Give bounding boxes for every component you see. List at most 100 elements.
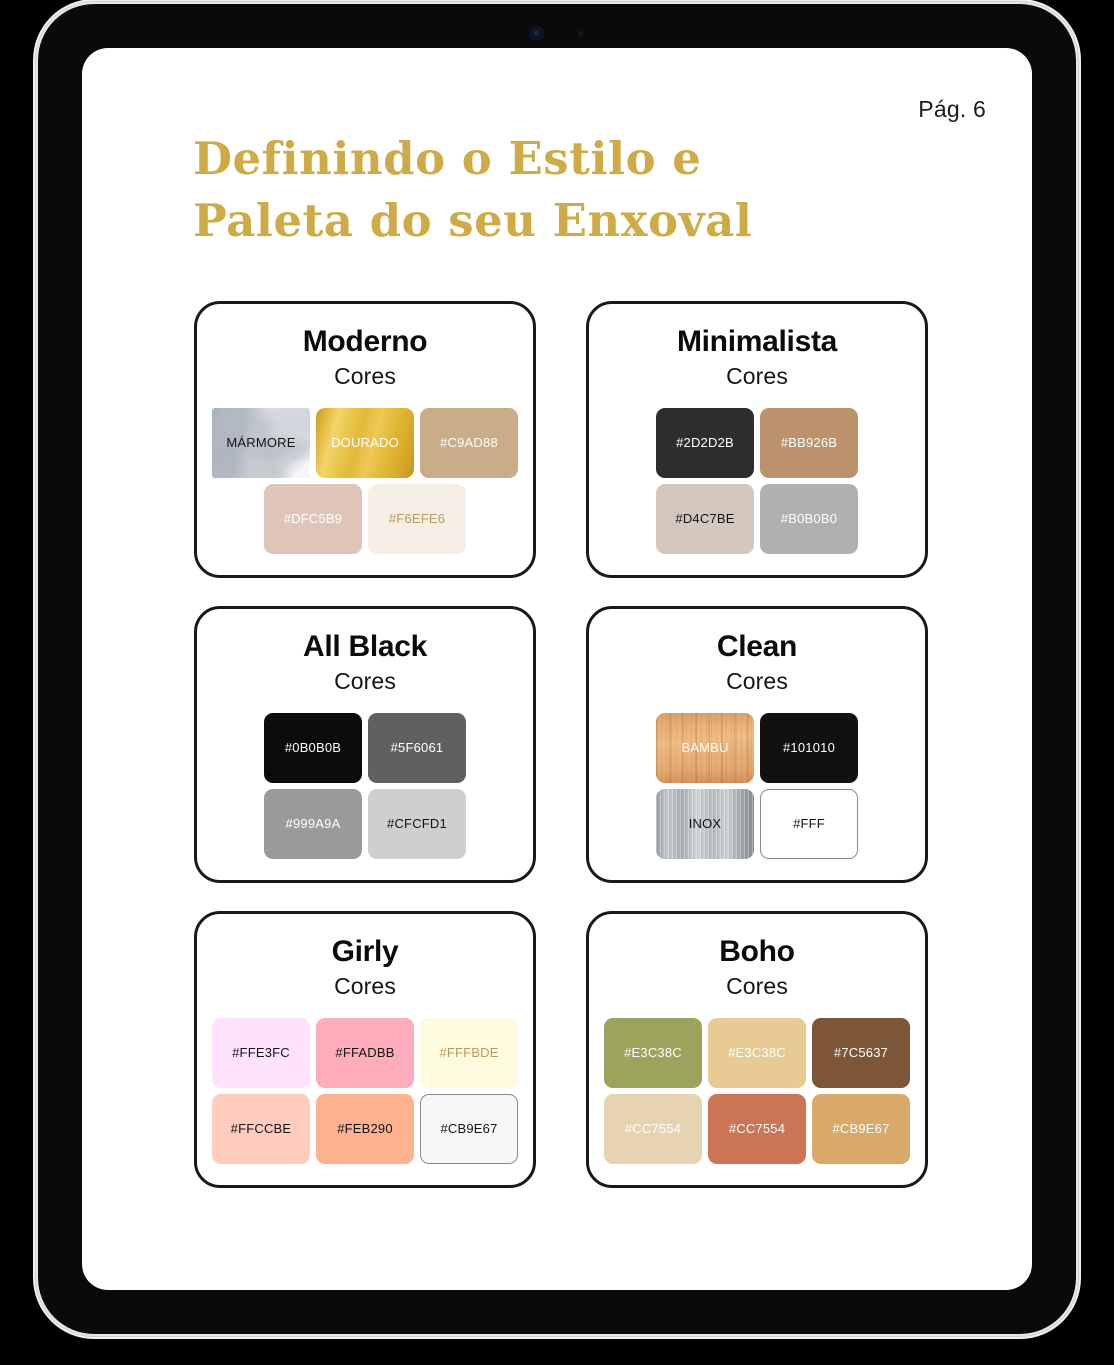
page-number-label: Pág. 6 [918, 96, 986, 122]
color-swatch[interactable]: #D4C7BE [656, 483, 754, 554]
style-card-title: Moderno [302, 325, 428, 358]
style-card[interactable]: Moderno Cores MÁRMORE DOURADO #C9AD88 #DFC5B9… [194, 301, 536, 578]
color-swatch-label: DOURADO [331, 435, 399, 451]
color-swatch-label: #F6EFE6 [388, 511, 446, 527]
color-swatch[interactable]: #FEB290 [316, 1093, 414, 1164]
style-card-title: Girly [331, 935, 399, 968]
color-swatch-label: #2D2D2B [676, 435, 734, 451]
swatch-grid: #2D2D2B #BB926B #D4C7BE #B0B0B0 [589, 407, 925, 554]
color-swatch-label: #0B0B0B [284, 740, 342, 756]
swatch-row: #FFE3FC #FFADBB #FFFBDE [212, 1017, 518, 1088]
swatch-row: #E3C38C #E3C38C #7C5637 [604, 1017, 910, 1088]
color-swatch-label: #101010 [782, 740, 835, 756]
swatch-row: #0B0B0B #5F6061 [264, 712, 466, 783]
color-swatch-label: #FFADBB [335, 1045, 395, 1061]
swatch-grid: BAMBU #101010 INOX #FFF [589, 712, 925, 859]
page-title-line-2: Paleta do seu Enxoval [193, 194, 753, 248]
color-swatch-label: #FFFBDE [439, 1045, 499, 1061]
color-swatch[interactable]: #999A9A [264, 788, 362, 859]
color-swatch-label: #FFF [793, 816, 825, 832]
color-swatch-label: #B0B0B0 [780, 511, 838, 527]
swatch-row: #999A9A #CFCFD1 [264, 788, 466, 859]
color-swatch[interactable]: #CB9E67 [420, 1093, 518, 1164]
color-swatch[interactable]: #FFADBB [316, 1017, 414, 1088]
color-swatch-label: #FFE3FC [232, 1045, 290, 1061]
color-swatch[interactable]: #5F6061 [368, 712, 466, 783]
color-swatch[interactable]: #F6EFE6 [368, 483, 466, 554]
swatch-grid: #E3C38C #E3C38C #7C5637 #CC7554 #CC7554 #CB9E… [589, 1017, 925, 1164]
color-swatch[interactable]: #FFE3FC [212, 1017, 310, 1088]
swatch-grid: #FFE3FC #FFADBB #FFFBDE #FFCCBE #FEB290 #CB9E… [197, 1017, 533, 1164]
style-card-subtitle: Cores [334, 972, 396, 999]
camera-cluster [38, 22, 1076, 44]
color-swatch[interactable]: #0B0B0B [264, 712, 362, 783]
color-swatch-label: #D4C7BE [675, 511, 735, 527]
tablet-screen: Pág. 6 Definindo o Estilo e Paleta do se… [82, 48, 1032, 1290]
style-card-grid: Moderno Cores MÁRMORE DOURADO #C9AD88 #DFC5B9… [194, 301, 928, 1188]
swatch-row: #FFCCBE #FEB290 #CB9E67 [212, 1093, 518, 1164]
color-swatch-label: #E3C38C [728, 1045, 786, 1061]
style-card-subtitle: Cores [726, 667, 788, 694]
color-swatch[interactable]: MÁRMORE [212, 407, 310, 478]
color-swatch[interactable]: #B0B0B0 [760, 483, 858, 554]
color-swatch[interactable]: #FFFBDE [420, 1017, 518, 1088]
color-swatch[interactable]: #2D2D2B [656, 407, 754, 478]
color-swatch-label: #CC7554 [728, 1121, 786, 1137]
style-card[interactable]: Minimalista Cores #2D2D2B #BB926B #D4C7BE #B0… [586, 301, 928, 578]
color-swatch-label: #C9AD88 [440, 435, 498, 451]
color-swatch-label: #7C5637 [833, 1045, 889, 1061]
color-swatch-label: #DFC5B9 [283, 511, 343, 527]
color-swatch[interactable]: #FFF [760, 788, 858, 859]
swatch-row: #D4C7BE #B0B0B0 [656, 483, 858, 554]
swatch-row: INOX #FFF [656, 788, 858, 859]
color-swatch[interactable]: #C9AD88 [420, 407, 518, 478]
style-card[interactable]: Boho Cores #E3C38C #E3C38C #7C5637 #CC7554 #CC… [586, 911, 928, 1188]
color-swatch[interactable]: #BB926B [760, 407, 858, 478]
style-card-title: All Black [302, 630, 428, 663]
swatch-row: MÁRMORE DOURADO #C9AD88 [212, 407, 518, 478]
swatch-row: #2D2D2B #BB926B [656, 407, 858, 478]
color-swatch-label: #CC7554 [624, 1121, 682, 1137]
color-swatch[interactable]: #CC7554 [708, 1093, 806, 1164]
ambient-sensor-icon [578, 30, 583, 36]
tablet-device: Pág. 6 Definindo o Estilo e Paleta do se… [36, 2, 1078, 1336]
color-swatch[interactable]: #101010 [760, 712, 858, 783]
color-swatch-label: #BB926B [780, 435, 838, 451]
color-swatch[interactable]: #DFC5B9 [264, 483, 362, 554]
color-swatch[interactable]: DOURADO [316, 407, 414, 478]
color-swatch[interactable]: BAMBU [656, 712, 754, 783]
color-swatch-label: #999A9A [285, 816, 341, 832]
color-swatch[interactable]: #CC7554 [604, 1093, 702, 1164]
color-swatch-label: #5F6061 [390, 740, 444, 756]
style-card[interactable]: Clean Cores BAMBU #101010 INOX #FFF [586, 606, 928, 883]
color-swatch-label: INOX [688, 816, 722, 832]
page-title: Definindo o Estilo e Paleta do seu Enxov… [193, 128, 813, 252]
color-swatch-label: #E3C38C [624, 1045, 682, 1061]
color-swatch[interactable]: #E3C38C [708, 1017, 806, 1088]
style-card-title: Clean [716, 630, 798, 663]
color-swatch[interactable]: #CB9E67 [812, 1093, 910, 1164]
style-card[interactable]: All Black Cores #0B0B0B #5F6061 #999A9A #CFCF… [194, 606, 536, 883]
swatch-row: #CC7554 #CC7554 #CB9E67 [604, 1093, 910, 1164]
color-swatch[interactable]: #E3C38C [604, 1017, 702, 1088]
color-swatch-label: BAMBU [681, 740, 729, 756]
color-swatch-label: MÁRMORE [226, 435, 296, 451]
style-card-subtitle: Cores [334, 362, 396, 389]
color-swatch[interactable]: INOX [656, 788, 754, 859]
front-camera-icon [531, 27, 542, 39]
style-card-title: Boho [719, 935, 795, 968]
style-card-subtitle: Cores [726, 362, 788, 389]
swatch-grid: MÁRMORE DOURADO #C9AD88 #DFC5B9 #F6EFE6 [197, 407, 533, 554]
color-swatch-label: #CFCFD1 [387, 816, 447, 832]
style-card-subtitle: Cores [334, 667, 396, 694]
color-swatch-label: #CB9E67 [440, 1121, 498, 1137]
swatch-grid: #0B0B0B #5F6061 #999A9A #CFCFD1 [197, 712, 533, 859]
color-swatch-label: #FEB290 [337, 1121, 393, 1137]
color-swatch[interactable]: #FFCCBE [212, 1093, 310, 1164]
swatch-row: #DFC5B9 #F6EFE6 [264, 483, 466, 554]
style-card-subtitle: Cores [726, 972, 788, 999]
color-swatch[interactable]: #CFCFD1 [368, 788, 466, 859]
style-card[interactable]: Girly Cores #FFE3FC #FFADBB #FFFBDE #FFCCBE #F… [194, 911, 536, 1188]
color-swatch[interactable]: #7C5637 [812, 1017, 910, 1088]
swatch-row: BAMBU #101010 [656, 712, 858, 783]
